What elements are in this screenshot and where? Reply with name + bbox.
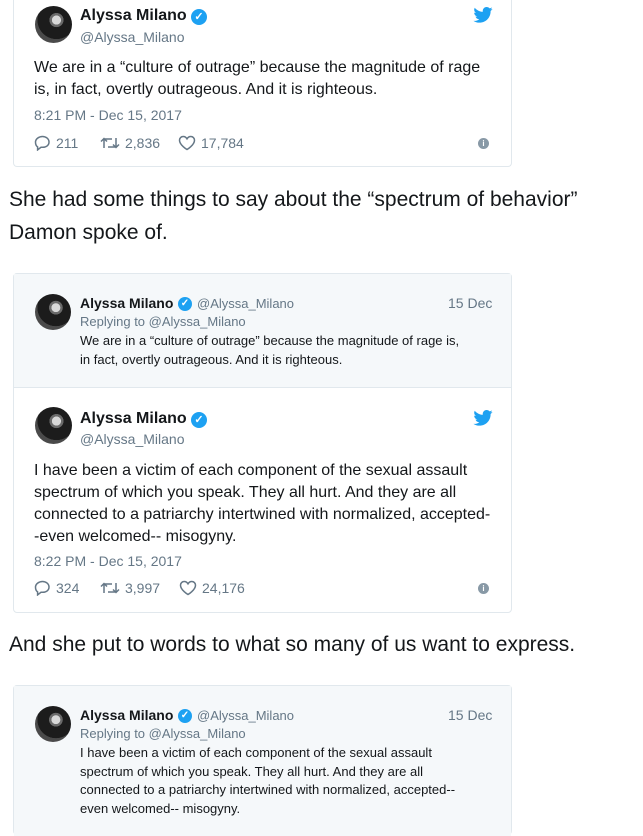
retweet-count: 2,836: [125, 135, 161, 151]
quoted-tweet-date[interactable]: 15 Dec: [448, 295, 492, 311]
retweet-button[interactable]: 2,836: [100, 135, 160, 151]
reply-button[interactable]: 324: [34, 580, 79, 596]
quote-text-line: in fact, overtly outrageous. And it is r…: [80, 351, 343, 367]
tweet-text-line: I have been a victim of each component o…: [34, 462, 468, 479]
author-handle[interactable]: @Alyssa_Milano: [80, 431, 184, 447]
retweet-icon: [100, 582, 120, 594]
heart-icon: [178, 135, 196, 151]
author-name[interactable]: Alyssa Milano: [80, 410, 187, 428]
tweet-text-line: is, in fact, overtly outrageous. And it …: [34, 81, 378, 98]
replying-to[interactable]: Replying to @Alyssa_Milano: [80, 314, 246, 329]
quote-text-line: I have been a victim of each component o…: [80, 745, 432, 760]
article-paragraph-2: And she put to words to what so many of …: [9, 633, 576, 656]
author-handle[interactable]: @Alyssa_Milano: [197, 296, 294, 311]
verified-badge-icon: ✓: [178, 297, 192, 311]
tweet-card-1[interactable]: Alyssa Milano ✓ @Alyssa_Milano We are in…: [13, 0, 512, 167]
quote-text-line: even welcomed-- misogyny.: [80, 800, 241, 816]
avatar[interactable]: [35, 6, 72, 43]
quote-text-line: connected to a patriarchy intertwined wi…: [80, 782, 456, 797]
like-button[interactable]: 24,176: [179, 580, 245, 596]
tweet-timestamp[interactable]: 8:22 PM - Dec 15, 2017: [34, 553, 182, 569]
quote-text-line: We are in a “culture of outrage” because…: [80, 333, 460, 348]
tweet-text: We are in a “culture of outrage” because…: [34, 57, 480, 101]
author-handle[interactable]: @Alyssa_Milano: [197, 708, 294, 723]
replying-to[interactable]: Replying to @Alyssa_Milano: [80, 726, 246, 741]
avatar[interactable]: [35, 294, 71, 330]
twitter-bird-icon[interactable]: [473, 410, 493, 426]
reply-button[interactable]: 211: [34, 135, 78, 151]
article-paragraph-1: She had some things to say about the “sp…: [9, 183, 578, 249]
like-button[interactable]: 17,784: [178, 135, 244, 151]
reply-icon: [34, 135, 50, 151]
retweet-count: 3,997: [125, 580, 161, 596]
quoted-tweet-date[interactable]: 15 Dec: [448, 707, 492, 723]
tweet-text-line: connected to a patriarchy intertwined wi…: [34, 506, 491, 523]
like-count: 17,784: [201, 135, 244, 151]
author-name[interactable]: Alyssa Milano: [80, 707, 173, 723]
tweet-card-3[interactable]: Alyssa Milano ✓ @Alyssa_Milano 15 Dec Re…: [13, 685, 512, 836]
verified-badge-icon: ✓: [178, 709, 192, 723]
reply-count: 211: [56, 135, 79, 151]
avatar[interactable]: [35, 706, 71, 742]
quote-text-line: spectrum of which you speak. They all hu…: [80, 763, 423, 779]
reply-icon: [34, 580, 50, 596]
info-icon[interactable]: i: [478, 138, 489, 149]
author-handle[interactable]: @Alyssa_Milano: [80, 29, 184, 45]
like-count: 24,176: [202, 580, 245, 596]
tweet-text: I have been a victim of each component o…: [34, 460, 490, 548]
quoted-tweet-text: We are in a “culture of outrage” because…: [80, 332, 459, 369]
tweet-text-line: -even welcomed-- misogyny.: [34, 528, 237, 545]
quoted-tweet[interactable]: Alyssa Milano ✓ @Alyssa_Milano 15 Dec Re…: [14, 686, 511, 836]
info-icon[interactable]: i: [478, 583, 489, 594]
tweet-card-2[interactable]: Alyssa Milano ✓ @Alyssa_Milano 15 Dec Re…: [13, 273, 512, 613]
verified-badge-icon: ✓: [191, 412, 207, 428]
avatar[interactable]: [35, 407, 72, 444]
twitter-bird-icon[interactable]: [473, 7, 493, 23]
paragraph-line: She had some things to say about the “sp…: [9, 188, 578, 211]
quoted-tweet-text: I have been a victim of each component o…: [80, 744, 455, 818]
tweet-text-line: spectrum of which you speak. They all hu…: [34, 484, 457, 501]
verified-badge-icon: ✓: [191, 9, 207, 25]
tweet-text-line: We are in a “culture of outrage” because…: [34, 59, 481, 76]
author-name[interactable]: Alyssa Milano: [80, 7, 187, 25]
heart-icon: [179, 580, 197, 596]
retweet-icon: [100, 137, 120, 149]
author-name[interactable]: Alyssa Milano: [80, 295, 173, 311]
tweet-timestamp[interactable]: 8:21 PM - Dec 15, 2017: [34, 107, 182, 123]
paragraph-line: Damon spoke of.: [9, 221, 168, 244]
retweet-button[interactable]: 3,997: [100, 580, 160, 596]
reply-count: 324: [56, 580, 80, 596]
quoted-tweet[interactable]: Alyssa Milano ✓ @Alyssa_Milano 15 Dec Re…: [14, 274, 511, 388]
